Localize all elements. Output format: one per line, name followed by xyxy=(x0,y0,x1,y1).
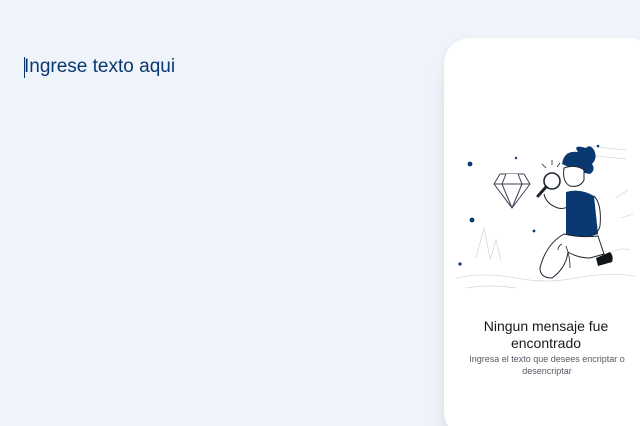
output-panel: Ningun mensaje fue encontrado Ingresa el… xyxy=(444,38,640,426)
empty-state-illustration-icon xyxy=(455,144,637,289)
app-root: Ningun mensaje fue encontrado Ingresa el… xyxy=(0,0,640,426)
empty-state-title: Ningun mensaje fue encontrado xyxy=(483,318,609,351)
text-input[interactable] xyxy=(24,54,424,394)
text-cursor xyxy=(24,57,25,78)
empty-state-description: Ingresa el texto que desees encriptar o … xyxy=(469,354,625,376)
